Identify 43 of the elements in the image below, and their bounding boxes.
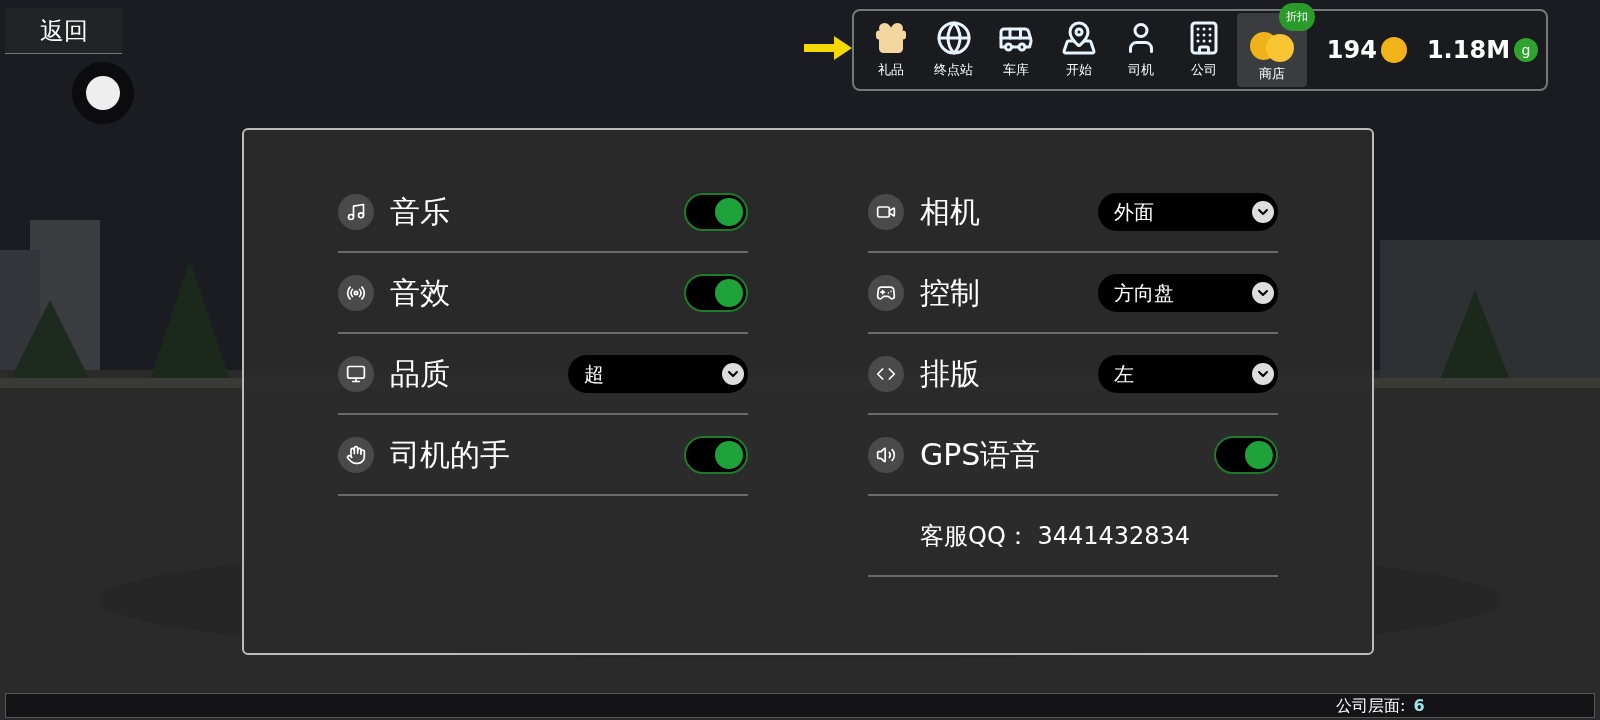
dropdown-select[interactable]: 方向盘	[1098, 273, 1278, 312]
setting-label: 司机的手	[390, 436, 510, 474]
music-note-icon	[338, 193, 374, 230]
coin-icon	[1380, 37, 1407, 63]
setting-label: GPS语音	[920, 436, 1041, 474]
setting-label: 相机	[920, 193, 980, 231]
arrow-icon	[804, 36, 852, 60]
menu-tab[interactable]: 礼品	[862, 14, 921, 86]
currency-amount: 194	[1326, 35, 1377, 66]
toggle-switch[interactable]	[684, 273, 748, 312]
chevron-down-icon	[1252, 200, 1274, 223]
currency-amount: 1.18M	[1426, 35, 1511, 66]
status-label: 公司层面:	[1336, 694, 1406, 717]
broadcast-icon	[338, 274, 374, 311]
setting-label: 音效	[390, 274, 450, 312]
menu-tab[interactable]: 开始	[1049, 14, 1108, 86]
dropdown-select[interactable]: 外面	[1098, 192, 1278, 231]
code-brackets-icon	[868, 355, 904, 392]
speaker-icon	[868, 436, 904, 473]
support-contact: 客服QQ： 3441432834	[920, 520, 1191, 552]
setting-label: 品质	[390, 355, 450, 393]
back-button[interactable]: 返回	[5, 8, 122, 54]
setting-label: 排版	[920, 355, 980, 393]
status-value: 6	[1413, 694, 1425, 717]
monitor-icon	[338, 355, 374, 392]
menu-tab[interactable]: 司机	[1111, 14, 1171, 86]
setting-label: 控制	[920, 274, 980, 312]
chevron-down-icon	[1252, 281, 1274, 304]
chevron-down-icon	[1252, 362, 1274, 385]
chevron-down-icon	[722, 362, 744, 385]
dropdown-select[interactable]: 超	[568, 354, 748, 393]
menu-tab[interactable]: 车库	[986, 14, 1046, 86]
toggle-switch[interactable]	[684, 435, 748, 474]
toggle-switch[interactable]	[1214, 435, 1278, 474]
video-camera-icon	[868, 193, 904, 230]
hand-icon	[338, 436, 374, 473]
menu-tab[interactable]: 终点站	[924, 14, 983, 86]
setting-label: 音乐	[390, 193, 450, 231]
currency-badge: g	[1514, 38, 1539, 62]
dropdown-select[interactable]: 左	[1098, 354, 1278, 393]
toggle-switch[interactable]	[684, 192, 748, 231]
menu-tab[interactable]: 公司	[1174, 14, 1233, 86]
gamepad-icon	[868, 274, 904, 311]
